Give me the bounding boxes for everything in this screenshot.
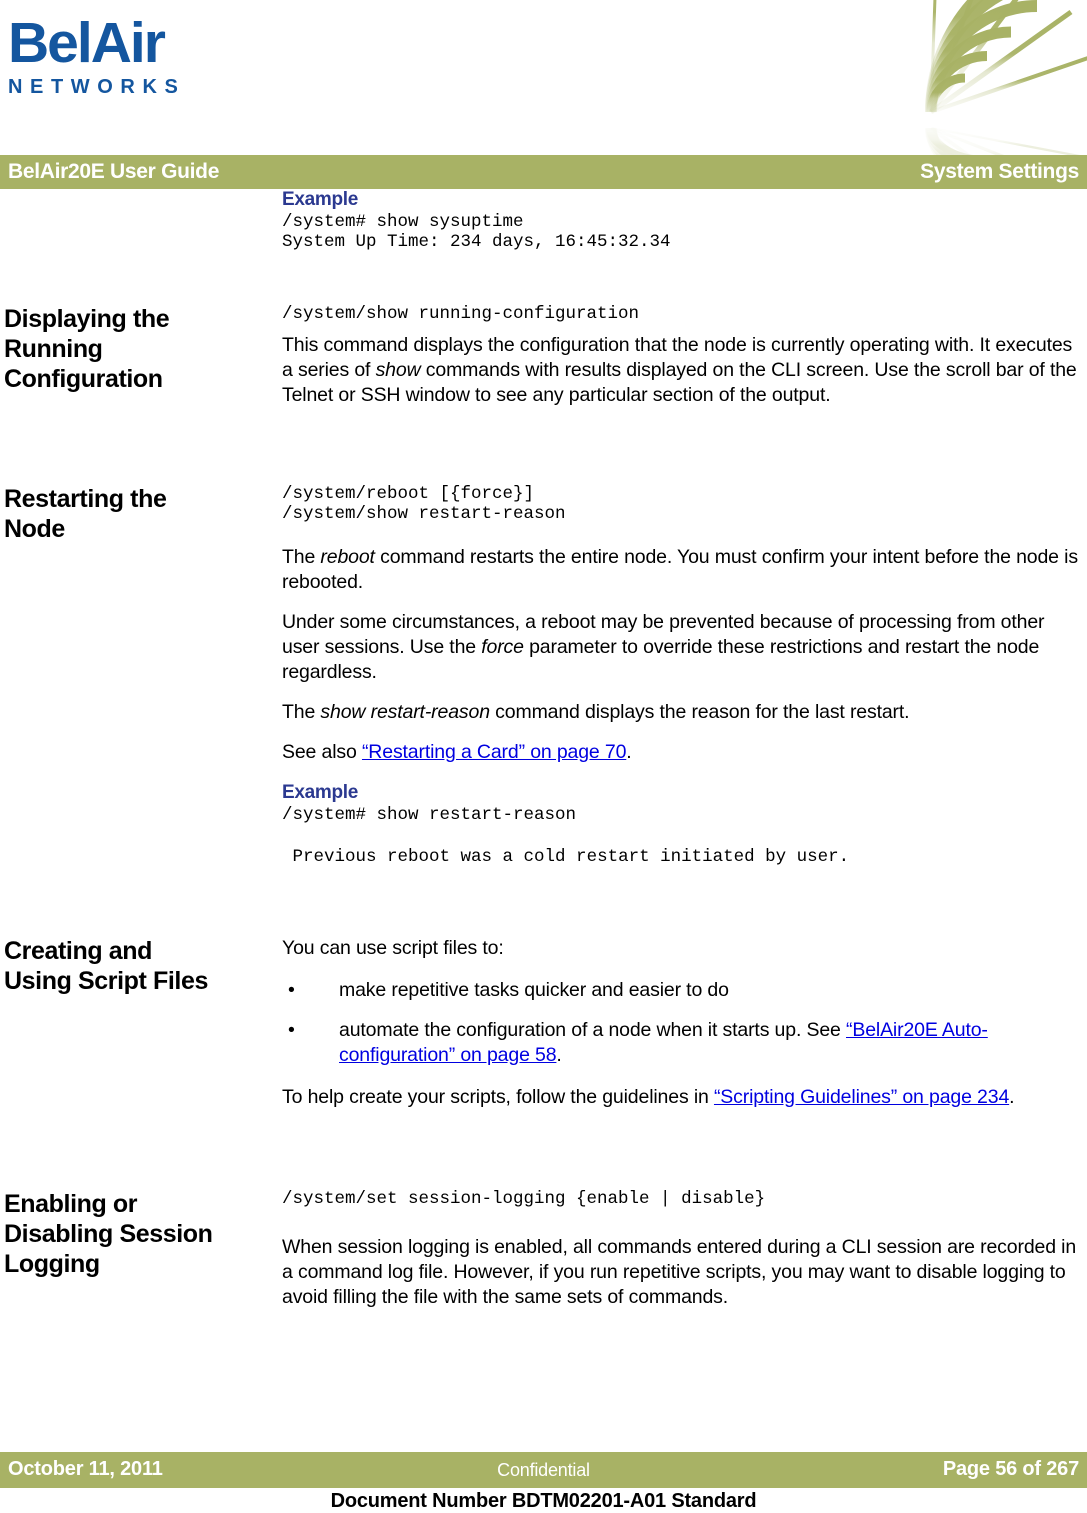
text-run: . [1009, 1086, 1015, 1108]
italic-term-reboot: reboot [320, 546, 375, 568]
heading-line-1: Enabling or [4, 1190, 138, 1218]
code-block-show-running-configuration: /system/show running-configuration [282, 304, 640, 324]
code-block-sysuptime: /system# show sysuptime System Up Time: … [282, 212, 671, 252]
text-run: The [282, 701, 321, 723]
footer-classification: Confidential [497, 1460, 590, 1480]
code-output-previous-reboot: Previous reboot was a cold restart initi… [282, 847, 850, 867]
paragraph-session-logging: When session logging is enabled, all com… [282, 1236, 1077, 1308]
italic-term-force: force [481, 636, 524, 658]
section-content: /system/show running-configuration This … [282, 304, 1087, 408]
section-enabling-disabling-session-logging: Enabling or Disabling Session Logging /s… [0, 1189, 1087, 1310]
code-block-reboot: /system/reboot [{force}] /system/show re… [282, 484, 566, 524]
section-restarting-the-node: Restarting the Node /system/reboot [{for… [0, 484, 1087, 867]
heading-line-1: Displaying the [4, 305, 170, 333]
paragraph-force-parameter: Under some circumstances, a reboot may b… [282, 610, 1079, 685]
section-sysuptime-example: Example /system# show sysuptime System U… [0, 189, 1087, 252]
text-run: automate the configuration of a node whe… [339, 1019, 846, 1041]
paragraph-script-files-intro: You can use script files to: [282, 937, 504, 959]
footer-band: October 11, 2011 Confidential Page 56 of… [0, 1452, 1087, 1488]
list-item: • make repetitive tasks quicker and easi… [282, 978, 1079, 1003]
list-item-text: automate the configuration of a node whe… [339, 1019, 988, 1066]
heading-line-2: Running [4, 335, 103, 363]
page-body: Example /system# show sysuptime System U… [0, 189, 1087, 1449]
text-run: command restarts the entire node. You mu… [282, 546, 1078, 593]
cross-reference-link-restarting-a-card[interactable]: “Restarting a Card” on page 70 [362, 741, 626, 763]
belair-networks-logo: BelAir NETWORKS [8, 12, 218, 112]
bullet-dot-icon: • [288, 979, 295, 1001]
example-label: Example [282, 189, 359, 210]
footer-document-number: Document Number BDTM02201-A01 Standard [330, 1490, 757, 1512]
masthead: BelAir NETWORKS [0, 0, 1087, 155]
paragraph-show-restart-reason: The show restart-reason command displays… [282, 700, 1079, 725]
text-run: command displays the reason for the last… [489, 701, 910, 723]
paragraph-scripting-guidelines: To help create your scripts, follow the … [282, 1085, 1079, 1110]
text-run: . [556, 1044, 562, 1066]
section-displaying-running-configuration: Displaying the Running Configuration /sy… [0, 304, 1087, 408]
list-item: • automate the configuration of a node w… [282, 1018, 1079, 1068]
logo-wordmark: BelAir [8, 11, 166, 75]
text-run: The [282, 546, 321, 568]
italic-term-show-restart-reason: show restart-reason [320, 701, 490, 723]
section-heading-empty [0, 189, 282, 252]
text-run: See also [282, 741, 362, 763]
section-heading-enabling-disabling-session-logging: Enabling or Disabling Session Logging [0, 1189, 282, 1310]
heading-line-2: Using Script Files [4, 967, 208, 995]
code-block-set-session-logging: /system/set session-logging {enable | di… [282, 1189, 766, 1209]
header-document-title: BelAir20E User Guide [8, 160, 220, 183]
list-item-text: make repetitive tasks quicker and easier… [339, 979, 729, 1001]
heading-line-3: Logging [4, 1250, 100, 1278]
example-label: Example [282, 782, 359, 803]
heading-line-3: Configuration [4, 365, 163, 393]
section-heading-restarting-the-node: Restarting the Node [0, 484, 282, 867]
code-block-show-restart-reason: /system# show restart-reason [282, 805, 577, 825]
heading-line-1: Restarting the [4, 485, 167, 513]
heading-line-2: Disabling Session [4, 1220, 213, 1248]
bullet-list-script-file-uses: • make repetitive tasks quicker and easi… [282, 978, 1079, 1068]
paragraph-running-configuration: This command displays the configuration … [282, 333, 1079, 408]
section-content: You can use script files to: • make repe… [282, 936, 1087, 1110]
running-header-band: BelAir20E User Guide System Settings [0, 155, 1087, 189]
footer-page-number: Page 56 of 267 [942, 1458, 1079, 1480]
heading-line-1: Creating and [4, 937, 152, 965]
section-content: /system/set session-logging {enable | di… [282, 1189, 1087, 1310]
text-run: . [626, 741, 632, 763]
section-content: /system/reboot [{force}] /system/show re… [282, 484, 1087, 867]
logo-subtext: NETWORKS [8, 76, 186, 98]
section-content: Example /system# show sysuptime System U… [282, 189, 1087, 252]
heading-line-2: Node [4, 515, 65, 543]
section-heading-displaying-running-configuration: Displaying the Running Configuration [0, 304, 282, 408]
paragraph-see-also: See also “Restarting a Card” on page 70. [282, 740, 1079, 765]
radial-web-decoration-icon [917, 0, 1087, 155]
section-heading-creating-and-using-script-files: Creating and Using Script Files [0, 936, 282, 1110]
header-chapter-title: System Settings [920, 160, 1079, 183]
cross-reference-link-scripting-guidelines[interactable]: “Scripting Guidelines” on page 234 [714, 1086, 1009, 1108]
text-run: To help create your scripts, follow the … [282, 1086, 714, 1108]
italic-term-show: show [375, 359, 421, 381]
paragraph-reboot-command: The reboot command restarts the entire n… [282, 545, 1079, 595]
section-creating-and-using-script-files: Creating and Using Script Files You can … [0, 936, 1087, 1110]
bullet-dot-icon: • [288, 1019, 295, 1041]
